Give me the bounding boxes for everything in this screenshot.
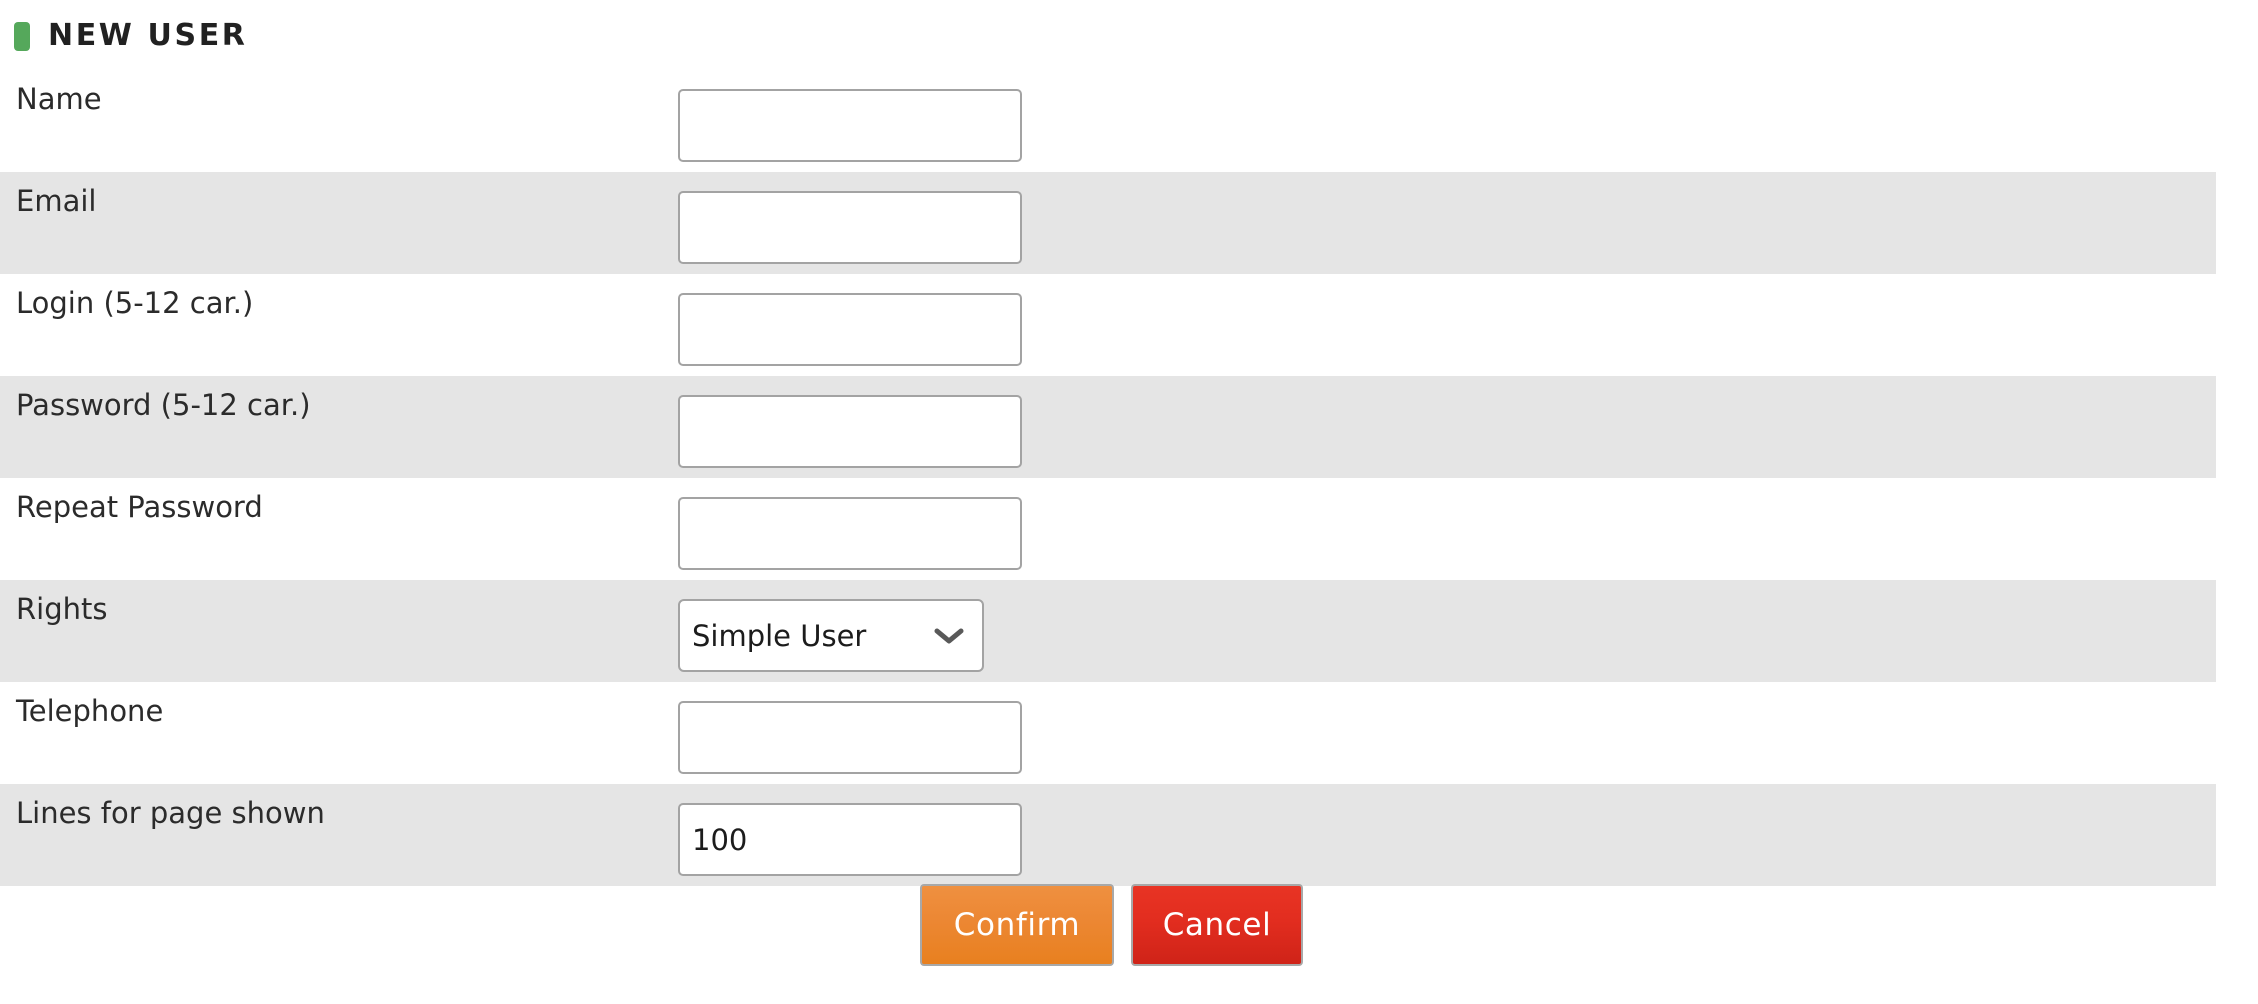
section-marker-icon bbox=[14, 21, 30, 51]
control-rights: Simple User bbox=[678, 599, 984, 672]
lines-for-page-shown-input[interactable] bbox=[678, 803, 1022, 876]
chevron-down-icon bbox=[934, 628, 964, 643]
form-actions: Confirm Cancel bbox=[0, 884, 2216, 968]
confirm-button[interactable]: Confirm bbox=[920, 884, 1114, 966]
name-input[interactable] bbox=[678, 89, 1022, 162]
label-name: Name bbox=[16, 82, 102, 116]
control-email bbox=[678, 191, 1022, 264]
page-title: NEW USER bbox=[48, 18, 248, 53]
label-telephone: Telephone bbox=[16, 694, 164, 728]
label-email: Email bbox=[16, 184, 97, 218]
rights-select-value: Simple User bbox=[692, 618, 867, 653]
form-row-email: Email bbox=[0, 172, 2216, 274]
form-row-telephone: Telephone bbox=[0, 682, 2216, 784]
form-rows: Name Email Login (5-12 car.) Password (5… bbox=[0, 70, 2216, 886]
label-rights: Rights bbox=[16, 592, 108, 626]
control-repeat-password bbox=[678, 497, 1022, 570]
login-input[interactable] bbox=[678, 293, 1022, 366]
control-password bbox=[678, 395, 1022, 468]
form-row-lines-for-page-shown: Lines for page shown bbox=[0, 784, 2216, 886]
label-login: Login (5-12 car.) bbox=[16, 286, 254, 320]
control-lines-for-page-shown bbox=[678, 803, 1022, 876]
form-row-name: Name bbox=[0, 70, 2216, 172]
repeat-password-input[interactable] bbox=[678, 497, 1022, 570]
telephone-input[interactable] bbox=[678, 701, 1022, 774]
form-header: NEW USER bbox=[0, 0, 248, 72]
label-password: Password (5-12 car.) bbox=[16, 388, 311, 422]
form-row-login: Login (5-12 car.) bbox=[0, 274, 2216, 376]
new-user-form-page: NEW USER Name Email Login (5-12 car.) Pa… bbox=[0, 0, 2258, 1004]
rights-select[interactable]: Simple User bbox=[678, 599, 984, 672]
control-login bbox=[678, 293, 1022, 366]
form-row-password: Password (5-12 car.) bbox=[0, 376, 2216, 478]
email-input[interactable] bbox=[678, 191, 1022, 264]
control-name bbox=[678, 89, 1022, 162]
password-input[interactable] bbox=[678, 395, 1022, 468]
label-repeat-password: Repeat Password bbox=[16, 490, 263, 524]
form-row-repeat-password: Repeat Password bbox=[0, 478, 2216, 580]
form-row-rights: Rights Simple User bbox=[0, 580, 2216, 682]
control-telephone bbox=[678, 701, 1022, 774]
label-lines-for-page-shown: Lines for page shown bbox=[16, 796, 325, 830]
cancel-button[interactable]: Cancel bbox=[1131, 884, 1303, 966]
